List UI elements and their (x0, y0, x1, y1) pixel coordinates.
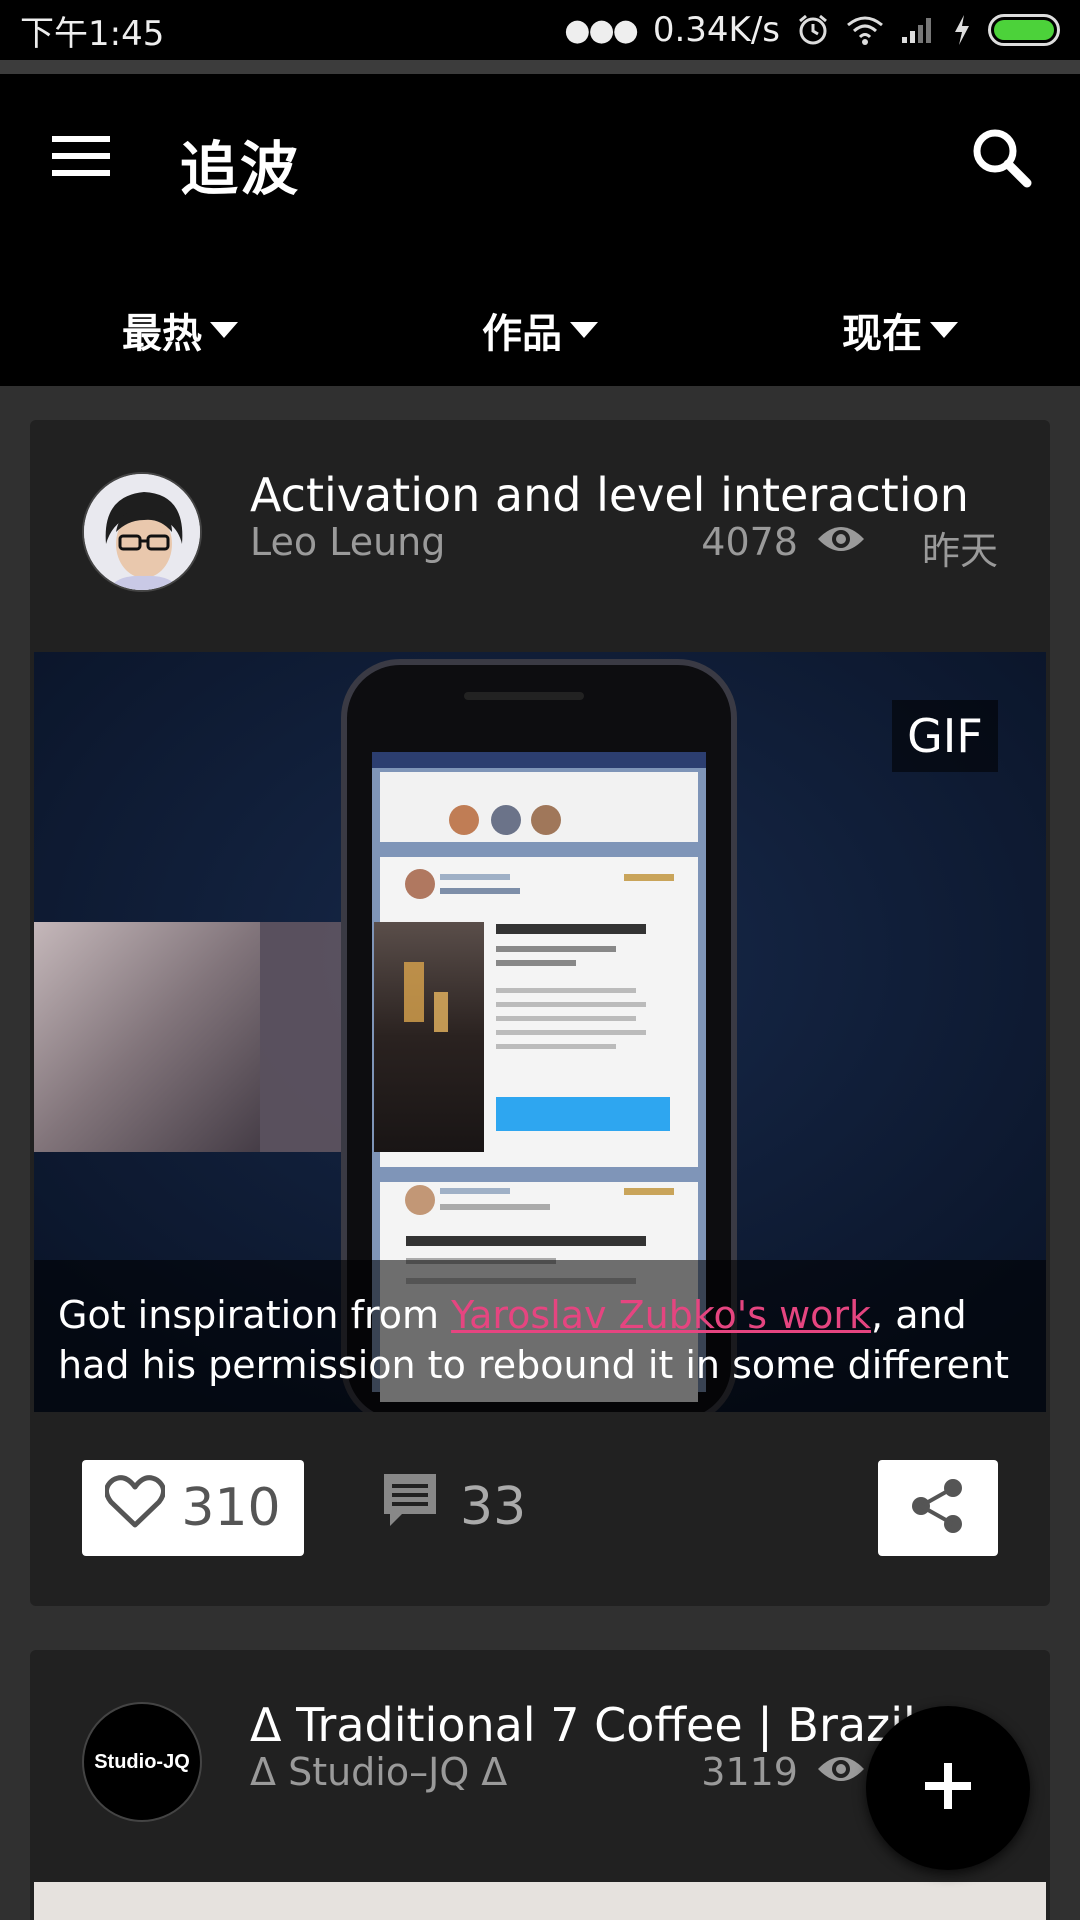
app-bar: 追波 最热 作品 现在 (0, 74, 1080, 386)
avatar-logo-text: Studio-JQ (94, 1750, 190, 1773)
comment-icon (380, 1470, 440, 1543)
filter-label: 最热 (122, 311, 202, 357)
caret-down-icon (570, 322, 598, 338)
views-count: 4078 (701, 520, 798, 564)
alarm-icon (796, 10, 830, 50)
caret-down-icon (210, 322, 238, 338)
shot-time: 昨天 (921, 529, 998, 573)
comment-count: 33 (460, 1476, 527, 1537)
filter-popular-dropdown[interactable]: 最热 (0, 274, 360, 386)
hamburger-menu-icon[interactable] (52, 124, 116, 188)
shot-title[interactable]: Δ Traditional 7 Coffee | Brazil (250, 1698, 916, 1752)
heart-icon (104, 1474, 167, 1542)
shot-views: 3119 (701, 1750, 866, 1794)
views-count: 3119 (701, 1750, 798, 1794)
filter-row: 最热 作品 现在 (0, 274, 1080, 386)
charging-icon (952, 10, 972, 50)
filter-label: 作品 (482, 311, 562, 357)
add-fab-button[interactable] (866, 1706, 1030, 1870)
filter-label: 现在 (842, 311, 922, 357)
shot-actions: 310 33 (30, 1460, 1050, 1560)
share-icon (909, 1477, 967, 1539)
status-icons: ●●● 0.34K/s (564, 10, 1060, 50)
search-icon[interactable] (970, 126, 1032, 188)
signal-icon (900, 10, 936, 50)
caret-down-icon (930, 322, 958, 338)
share-button[interactable] (878, 1460, 998, 1556)
filter-type-dropdown[interactable]: 作品 (360, 274, 720, 386)
gif-badge: GIF (892, 700, 998, 772)
filter-time-dropdown[interactable]: 现在 (720, 274, 1080, 386)
network-speed: 0.34K/s (652, 10, 780, 50)
shot-author[interactable]: Δ Studio–JQ Δ (250, 1750, 507, 1794)
caption-link[interactable]: Yaroslav Zubko's work (451, 1293, 871, 1337)
eye-icon (816, 520, 866, 564)
like-button[interactable]: 310 (82, 1460, 304, 1556)
comment-button[interactable]: 33 (380, 1470, 526, 1543)
plus-icon (925, 1763, 971, 1813)
status-time: 下午1:45 (20, 13, 165, 54)
battery-icon (988, 14, 1060, 46)
caption-text: Got inspiration from (58, 1293, 452, 1337)
status-divider (0, 60, 1080, 74)
wifi-icon (846, 10, 884, 50)
status-bar: 下午1:45 ●●● 0.34K/s (0, 0, 1080, 60)
avatar[interactable]: Studio-JQ (82, 1702, 202, 1822)
shot-media[interactable] (34, 1882, 1046, 1920)
shot-views: 4078 (701, 520, 866, 564)
app-title: 追波 (180, 135, 301, 203)
shot-author[interactable]: Leo Leung (250, 520, 445, 564)
like-count: 310 (181, 1478, 281, 1538)
avatar[interactable] (82, 472, 202, 592)
more-dots-icon: ●●● (564, 12, 639, 48)
shot-media[interactable]: GIF Got inspiration from Yaroslav Zubko'… (34, 652, 1046, 1412)
shot-card[interactable]: Activation and level interaction Leo Leu… (30, 420, 1050, 1606)
shot-title[interactable]: Activation and level interaction (250, 468, 969, 522)
eye-icon (816, 1750, 866, 1794)
shot-description: Got inspiration from Yaroslav Zubko's wo… (34, 1260, 1046, 1412)
